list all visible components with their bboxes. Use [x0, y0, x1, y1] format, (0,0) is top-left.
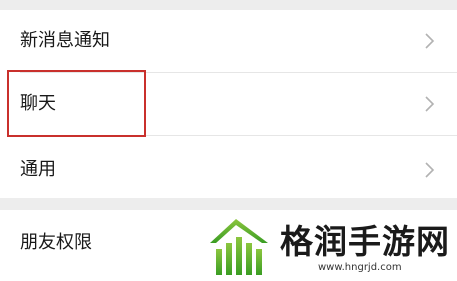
chevron-right-icon	[425, 33, 435, 49]
settings-item-label: 朋友权限	[20, 232, 92, 253]
chevron-right-icon	[425, 162, 435, 178]
settings-item-label: 通用	[20, 159, 56, 180]
watermark-title: 格润手游网	[280, 222, 450, 261]
hngrjd-logo-icon	[210, 219, 268, 275]
watermark-url: www.hngrjd.com	[318, 262, 402, 273]
chevron-right-icon	[425, 96, 435, 112]
highlight-box	[7, 70, 146, 137]
settings-item-new-message-notification[interactable]: 新消息通知	[0, 10, 457, 73]
settings-item-label: 新消息通知	[20, 30, 110, 51]
top-strip	[0, 0, 457, 10]
watermark: 格润手游网 www.hngrjd.com	[206, 213, 456, 279]
settings-item-general[interactable]: 通用	[0, 136, 457, 198]
